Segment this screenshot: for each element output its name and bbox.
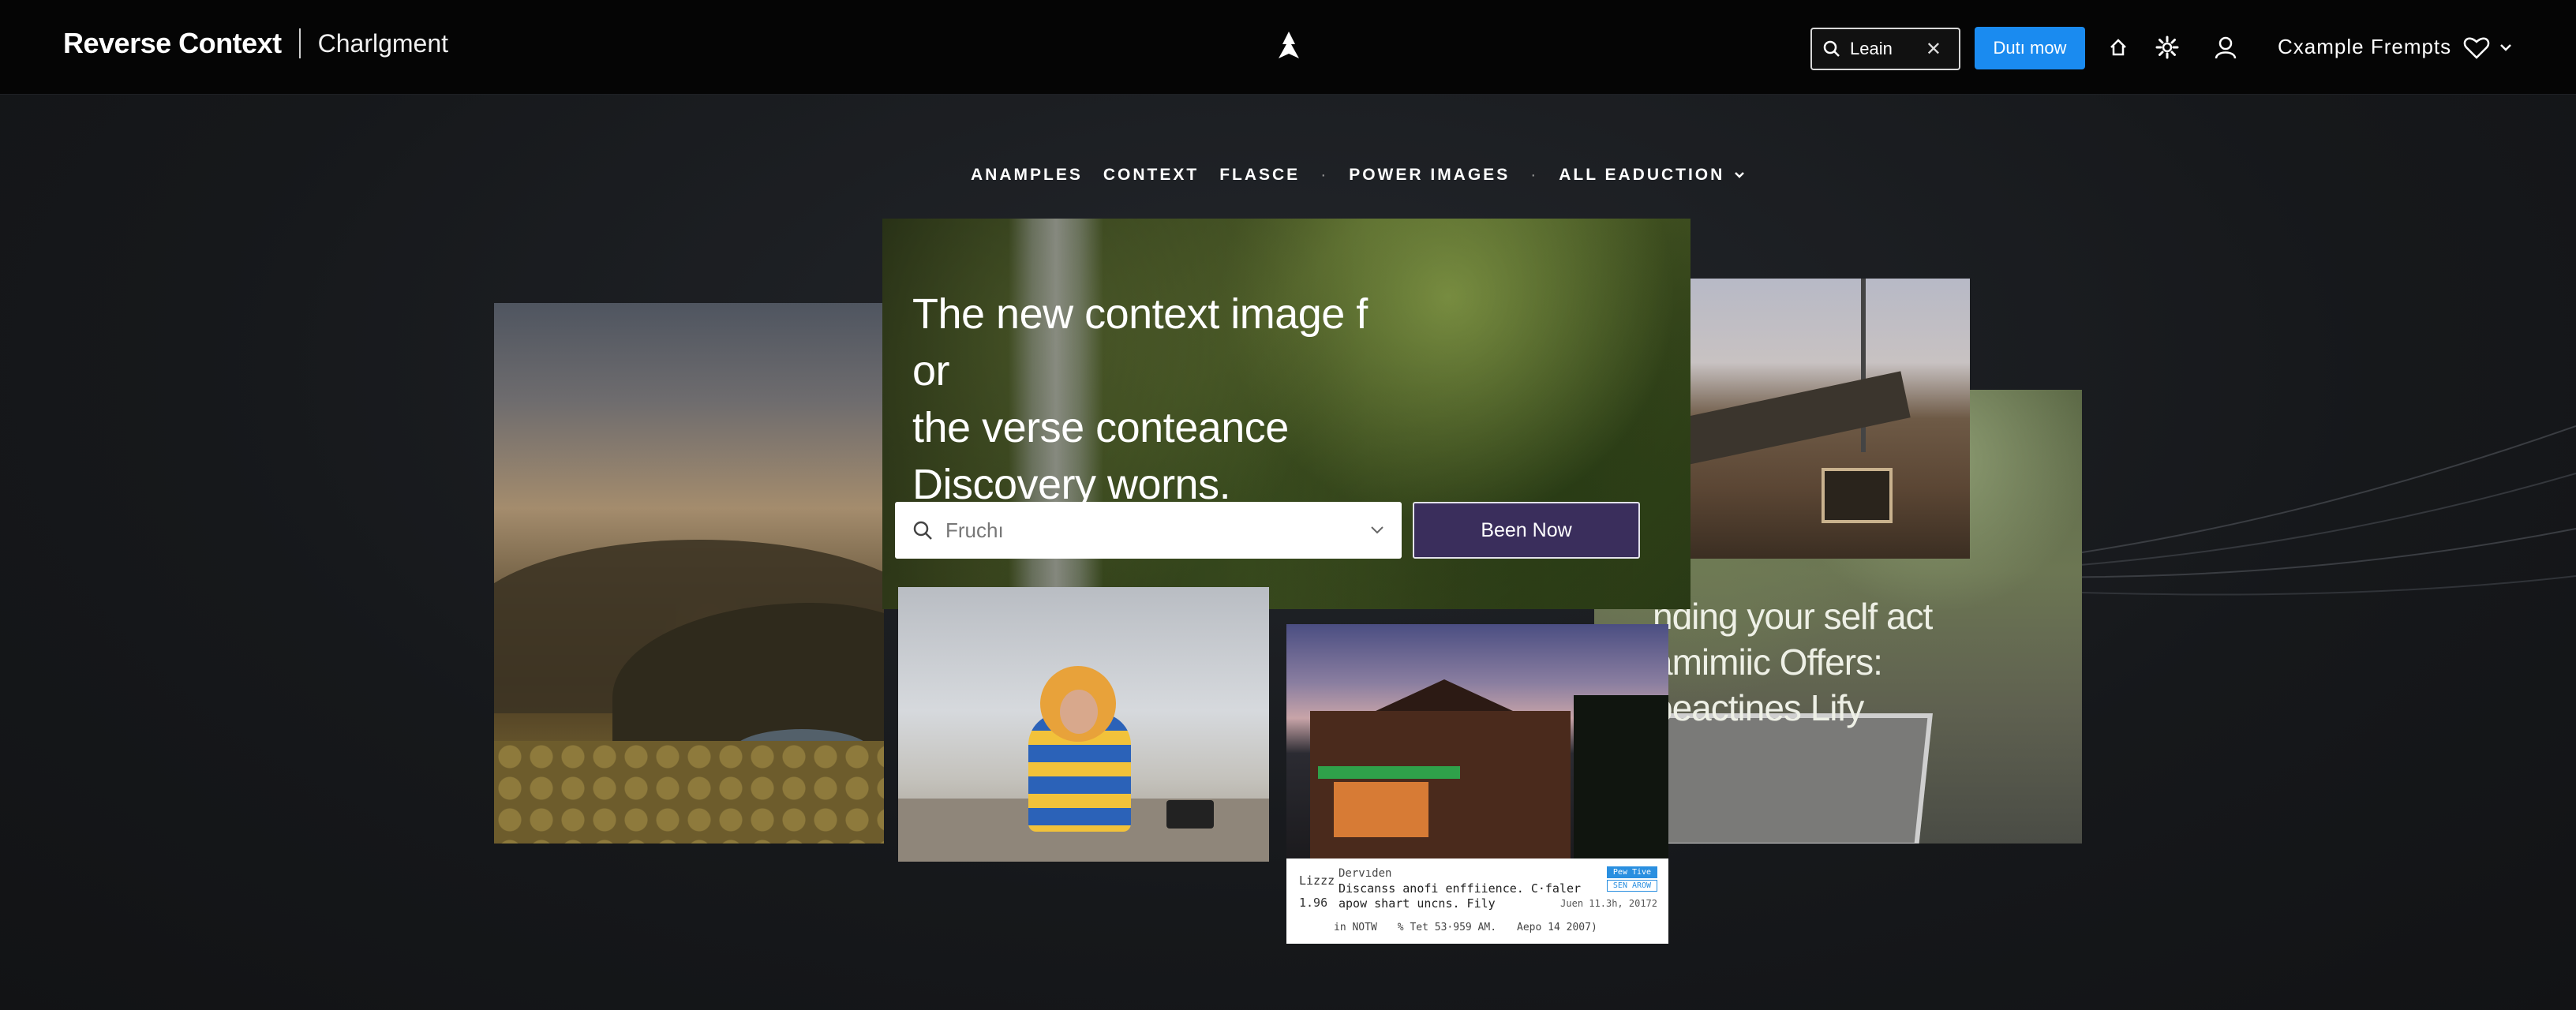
- nav-item-flasce[interactable]: FLASCE: [1219, 166, 1300, 185]
- nav-item-power-images[interactable]: POWER IMAGES: [1349, 166, 1510, 185]
- ivy-text-line: beactines Lify: [1653, 687, 1864, 728]
- hero-title: The new context image f or the verse con…: [912, 286, 1402, 513]
- brand[interactable]: Reverse Context Charlgment: [63, 27, 448, 60]
- close-icon[interactable]: ✕: [1926, 38, 1941, 61]
- info-card-footer-item: Aepo 14 2007): [1517, 922, 1597, 933]
- brand-name[interactable]: Reverse Context: [63, 27, 282, 60]
- hero-search-value[interactable]: Fruchı: [945, 518, 1370, 543]
- info-card-badge-top: Pew Tive: [1607, 866, 1657, 878]
- cabin-image[interactable]: [1679, 279, 1970, 559]
- info-card-footer-item: in NOTW: [1334, 922, 1377, 933]
- user-name[interactable]: Cxample Frempts: [2278, 35, 2451, 59]
- info-card-badge-bottom: SEN AROW: [1607, 880, 1657, 892]
- logo-mark-icon[interactable]: [1273, 30, 1305, 62]
- nav-item-anamples[interactable]: ANAMPLES: [971, 166, 1083, 185]
- home-icon[interactable]: [2102, 32, 2134, 63]
- info-card-footer-item: % Tet 53·959 AM.: [1397, 922, 1497, 933]
- info-card-badge: Pew Tive SEN AROW: [1607, 866, 1657, 892]
- search-icon: [913, 521, 932, 540]
- house-image[interactable]: [1286, 624, 1668, 859]
- info-card-date: Juen 11.3h, 20172: [1560, 898, 1657, 909]
- chevron-down-icon[interactable]: [1370, 526, 1384, 535]
- info-card-footer: in NOTW % Tet 53·959 AM. Aepo 14 2007): [1334, 922, 1657, 933]
- top-search-value[interactable]: Leain: [1850, 39, 1926, 59]
- chevron-down-icon[interactable]: [2494, 32, 2518, 63]
- search-icon: [1823, 40, 1840, 57]
- hero-title-line: the verse conteance: [912, 404, 1289, 451]
- settings-icon[interactable]: [2151, 32, 2183, 63]
- chevron-down-icon[interactable]: [1734, 171, 1745, 179]
- landscape-image[interactable]: [494, 303, 884, 844]
- nav-separator: ·: [1320, 166, 1329, 184]
- ivy-overlay-text: nding your self act amimiic Offers: beac…: [1653, 593, 2016, 731]
- hero-search-input[interactable]: Fruchı: [895, 502, 1402, 559]
- ivy-text-line: nding your self act: [1653, 596, 1933, 637]
- child-image[interactable]: [898, 587, 1269, 862]
- info-card[interactable]: Lizzz 1.96 Dervıden Discanss anofi enffi…: [1286, 858, 1668, 944]
- user-icon[interactable]: [2210, 32, 2241, 63]
- cta-button[interactable]: Dutı mow: [1975, 27, 2085, 69]
- nav-item-all-eaduction[interactable]: ALL EADUCTION: [1559, 166, 1724, 185]
- info-card-meta-top: Lizzz: [1299, 873, 1335, 888]
- nav-item-context[interactable]: CONTEXT: [1103, 166, 1199, 185]
- hero-submit-button[interactable]: Been Now: [1413, 502, 1640, 559]
- info-card-meta: Lizzz 1.96: [1299, 870, 1335, 914]
- info-card-meta-bottom: 1.96: [1299, 896, 1328, 910]
- top-search-input[interactable]: Leain ✕: [1810, 28, 1960, 70]
- brand-divider: [298, 28, 301, 58]
- category-nav: ANAMPLES CONTEXT FLASCE · POWER IMAGES ·…: [971, 163, 1745, 188]
- top-bar: Reverse Context Charlgment Leain ✕ Dutı …: [0, 0, 2576, 95]
- ivy-text-line: amimiic Offers:: [1653, 642, 1883, 683]
- hero-title-line: The new context image f or: [912, 290, 1368, 395]
- nav-separator: ·: [1530, 166, 1539, 184]
- brand-subtitle[interactable]: Charlgment: [318, 29, 448, 58]
- heart-icon[interactable]: [2461, 32, 2492, 63]
